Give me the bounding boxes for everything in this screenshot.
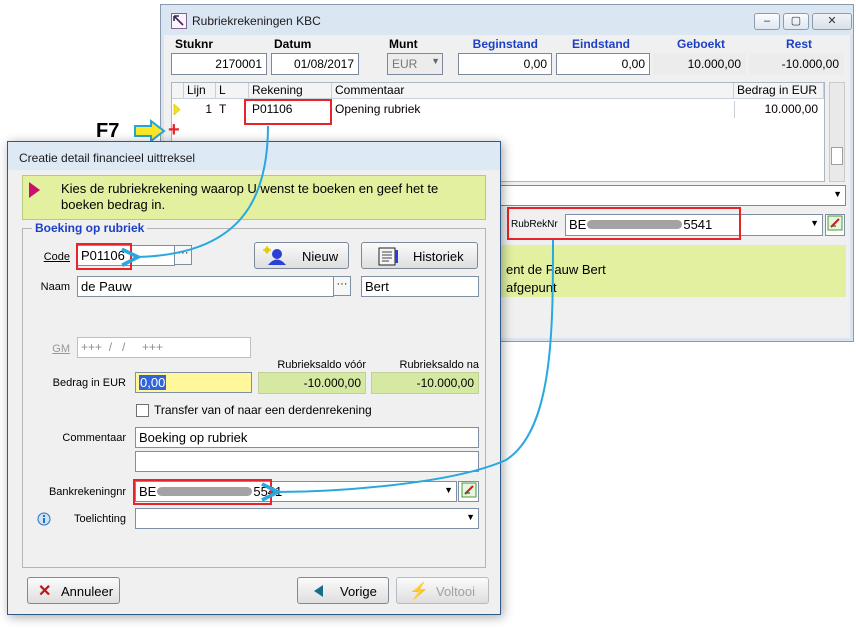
- toelichting-label: Toelichting: [74, 513, 126, 525]
- row-pointer: [172, 101, 182, 118]
- cell-lijn: 1: [205, 102, 212, 116]
- bank-highlight: [133, 479, 272, 505]
- datum-field[interactable]: 01/08/2017: [271, 53, 359, 75]
- header-eindstand: Eindstand: [571, 37, 630, 51]
- bedrag-value: 0,00: [139, 375, 167, 390]
- code-highlight: [76, 243, 132, 270]
- close-x-icon: ✕: [38, 583, 52, 600]
- history-button-label: Historiek: [413, 249, 464, 264]
- saldo-na-label: Rubrieksaldo na: [399, 359, 480, 371]
- rekening-highlight: [244, 99, 332, 125]
- geboekt-value: 10.000,00: [653, 53, 746, 75]
- bank-label: Bankrekeningnr: [48, 486, 126, 498]
- naam-lookup-button[interactable]: ···: [333, 276, 351, 296]
- toelichting-select[interactable]: ▼: [135, 508, 479, 529]
- finish-button[interactable]: ⚡ Voltooi: [396, 577, 489, 604]
- first-name-input[interactable]: Bert: [361, 276, 479, 297]
- header-datum: Datum: [274, 37, 312, 51]
- eindstand-field[interactable]: 0,00: [556, 53, 650, 75]
- app-icon: [171, 13, 187, 29]
- window-title: Rubriekrekeningen KBC: [192, 14, 321, 28]
- lightning-icon: ⚡: [409, 583, 429, 600]
- new-person-icon: [263, 246, 286, 265]
- scrollbar-thumb[interactable]: [831, 147, 843, 165]
- info-line-1: ent de Pauw Bert: [506, 262, 606, 277]
- history-button[interactable]: Historiek: [361, 242, 478, 269]
- back-dropdown[interactable]: ▼: [496, 185, 846, 206]
- f7-key-label: F7: [96, 120, 120, 142]
- transfer-checkbox[interactable]: [136, 404, 149, 417]
- column-header-rekening[interactable]: Rekening: [249, 83, 332, 99]
- munt-select[interactable]: EUR ▼: [387, 53, 443, 75]
- hint-text: Kies de rubriekrekening waarop U wenst t…: [61, 181, 439, 212]
- title-bar: Rubriekrekeningen KBC – ▢ ✕: [161, 5, 853, 35]
- history-book-icon: [378, 247, 398, 266]
- plus-icon: +: [168, 119, 180, 141]
- saldo-na-value: -10.000,00: [371, 372, 479, 394]
- previous-button[interactable]: Vorige: [297, 577, 389, 604]
- rest-value: -10.000,00: [749, 53, 844, 75]
- column-header-l[interactable]: L: [216, 83, 249, 99]
- naam-input[interactable]: de Pauw: [77, 276, 334, 297]
- hint-panel: Kies de rubriekrekening waarop U wenst t…: [22, 175, 486, 220]
- saldo-voor-label: Rubrieksaldo vóór: [277, 359, 366, 371]
- naam-label: Naam: [40, 281, 70, 293]
- back-info-panel: ent de Pauw Bert afgepunt: [496, 245, 846, 297]
- previous-button-label: Vorige: [340, 584, 377, 599]
- cancel-button-label: Annuleer: [61, 584, 114, 599]
- column-header-commentaar[interactable]: Commentaar: [332, 83, 734, 99]
- minimize-button[interactable]: –: [754, 13, 780, 30]
- header-rest: Rest: [785, 37, 812, 51]
- chevron-down-icon: ▼: [444, 485, 453, 495]
- arrow-left-icon: [314, 585, 323, 597]
- column-header-bedrag[interactable]: Bedrag in EUR: [734, 83, 824, 99]
- column-header-lijn[interactable]: Lijn: [184, 83, 216, 99]
- gm-label: GM: [52, 343, 70, 355]
- chevron-down-icon: ▼: [833, 189, 842, 199]
- code-label: Code: [43, 251, 70, 263]
- header-geboekt: Geboekt: [676, 37, 725, 51]
- commentaar-input-2[interactable]: [135, 451, 479, 472]
- chevron-down-icon: ▼: [431, 56, 440, 66]
- code-lookup-button[interactable]: ···: [174, 245, 192, 265]
- maximize-button[interactable]: ▢: [783, 13, 809, 30]
- bank-edit-icon[interactable]: [458, 481, 479, 502]
- header-munt: Munt: [389, 37, 418, 51]
- saldo-voor-value: -10.000,00: [258, 372, 366, 394]
- commentaar-input[interactable]: Boeking op rubriek: [135, 427, 479, 448]
- cancel-button[interactable]: ✕ Annuleer: [27, 577, 120, 604]
- header-stuknr: Stuknr: [175, 37, 214, 51]
- grid-scrollbar[interactable]: [829, 82, 845, 182]
- new-button[interactable]: Nieuw: [254, 242, 349, 269]
- chevron-down-icon: ▼: [810, 218, 819, 228]
- cell-bedrag: 10.000,00: [734, 101, 822, 118]
- dialog-title: Creatie detail financieel uittreksel: [19, 151, 196, 165]
- header-beginstand: Beginstand: [472, 37, 538, 51]
- bedrag-input[interactable]: 0,00: [135, 372, 252, 393]
- info-line-2: afgepunt: [506, 280, 557, 295]
- cell-commentaar: Opening rubriek: [335, 102, 421, 116]
- dialog-title-bar: Creatie detail financieel uittreksel: [8, 142, 500, 170]
- rubreknr-highlight: [507, 207, 741, 240]
- finish-button-label: Voltooi: [436, 584, 476, 599]
- arrow-right-icon: [134, 119, 166, 143]
- hint-arrow-icon: [29, 182, 40, 198]
- group-title: Boeking op rubriek: [32, 221, 148, 235]
- beginstand-field[interactable]: 0,00: [458, 53, 552, 75]
- close-button[interactable]: ✕: [812, 13, 852, 30]
- transfer-label: Transfer van of naar een derdenrekening: [154, 403, 372, 417]
- stuknr-field[interactable]: 2170001: [171, 53, 267, 75]
- chevron-down-icon: ▼: [466, 512, 475, 522]
- new-button-label: Nieuw: [302, 249, 339, 264]
- commentaar-label: Commentaar: [62, 432, 126, 444]
- edit-icon[interactable]: [825, 214, 845, 236]
- bedrag-label: Bedrag in EUR: [52, 377, 126, 389]
- grid-corner: [172, 83, 184, 99]
- munt-value: EUR: [392, 57, 418, 71]
- gm-input[interactable]: +++ / / +++: [77, 337, 251, 358]
